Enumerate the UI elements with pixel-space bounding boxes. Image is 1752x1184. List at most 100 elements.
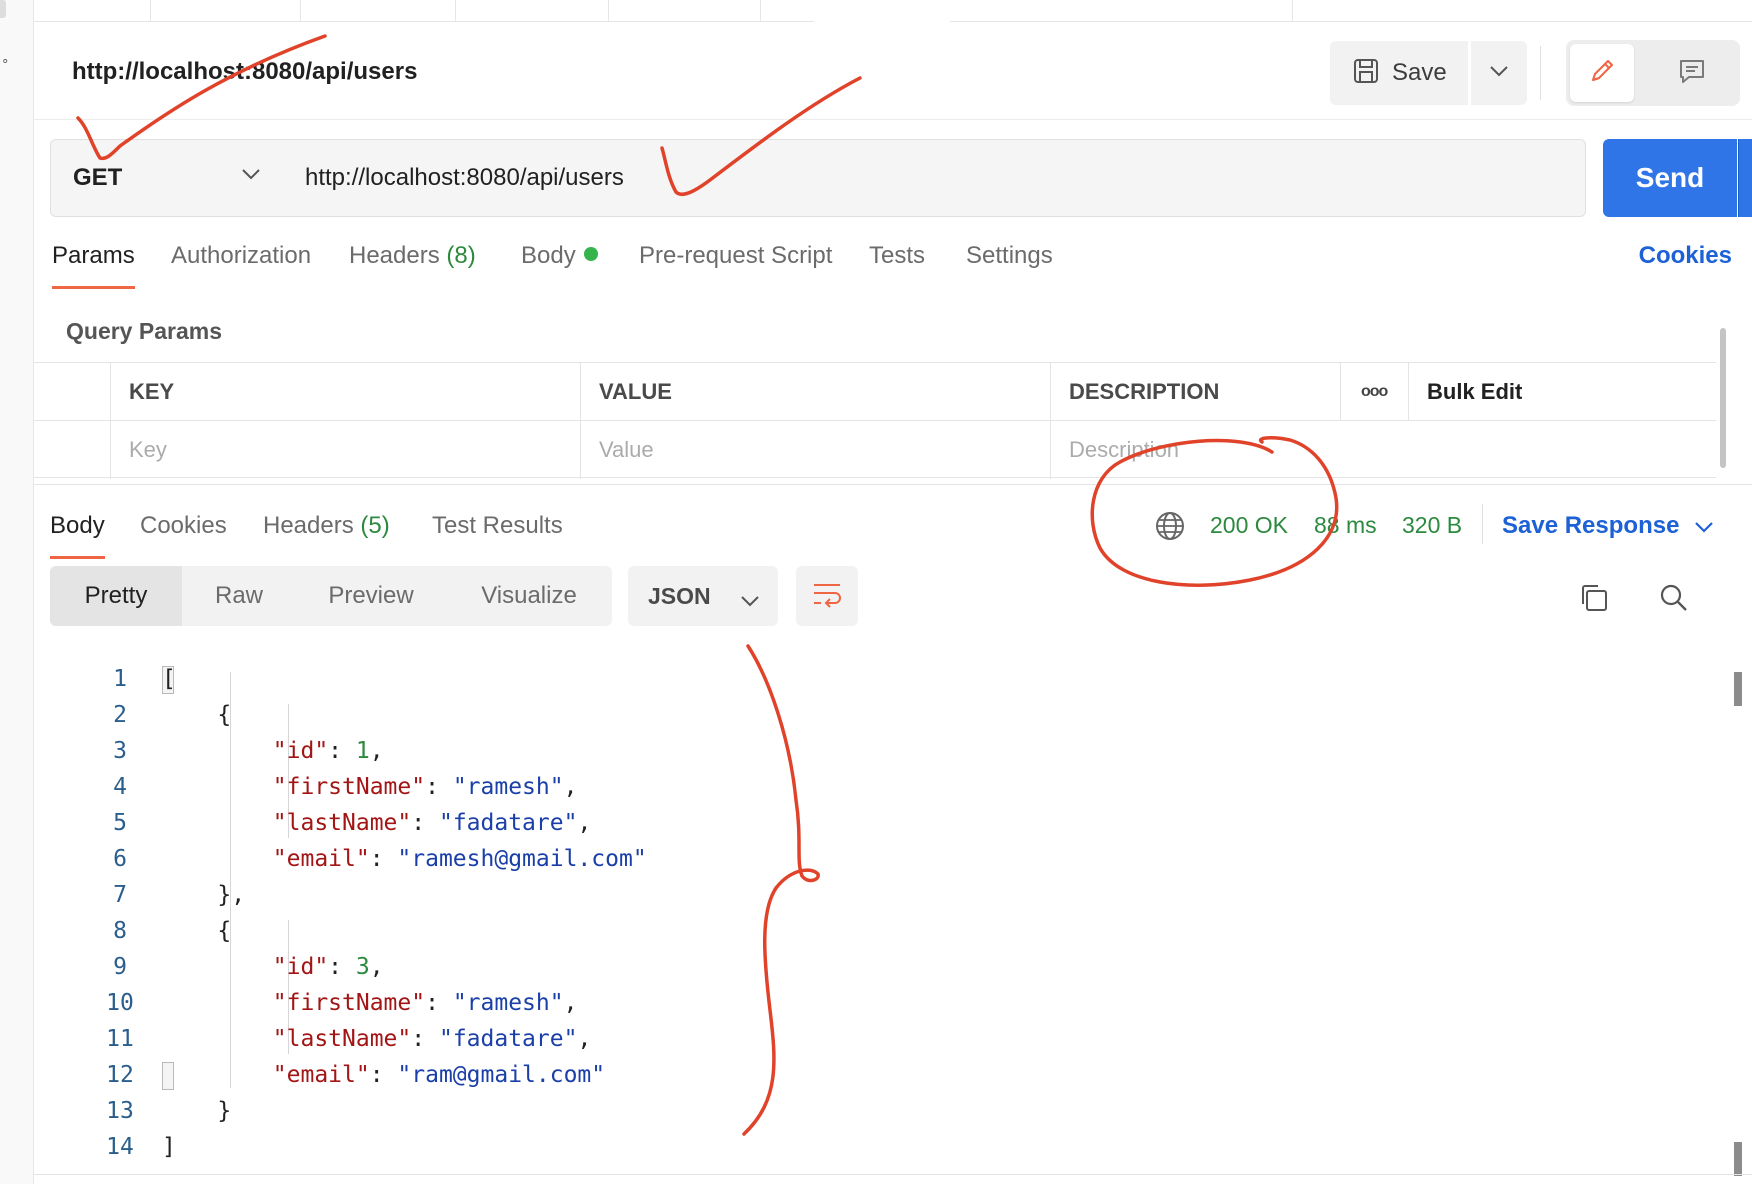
param-value-input[interactable]	[599, 437, 1050, 463]
request-scrollbar[interactable]	[1718, 322, 1728, 482]
code-brace: }	[217, 1098, 232, 1124]
line-number: 12	[106, 1062, 134, 1088]
line-number: 2	[113, 702, 127, 728]
status-code[interactable]: 200 OK	[1210, 512, 1288, 539]
response-tab-test-results[interactable]: Test Results	[432, 512, 563, 540]
table-row	[34, 421, 1716, 479]
tab-separator	[608, 0, 609, 22]
tab-headers[interactable]: Headers (8)	[349, 242, 476, 270]
response-tab-body[interactable]: Body	[50, 512, 105, 559]
line-number: 9	[113, 954, 127, 980]
pencil-icon	[1587, 56, 1617, 91]
tab-separator	[760, 0, 761, 22]
table-header-row: KEY VALUE DESCRIPTION ooo Bulk Edit	[34, 363, 1716, 421]
send-button[interactable]: Send	[1603, 139, 1737, 217]
code-line: "firstName": "ramesh",	[272, 990, 578, 1016]
response-tab-cookies[interactable]: Cookies	[140, 512, 227, 540]
response-body-editor[interactable]: 1 2 3 4 5 6 7 8 9 10 11 12 13 14 [ { "id…	[34, 658, 1716, 1178]
json-comma: ,	[577, 810, 592, 836]
param-key-input[interactable]	[129, 437, 580, 463]
view-pretty[interactable]: Pretty	[50, 566, 182, 626]
column-label: DESCRIPTION	[1069, 379, 1220, 404]
tab-label: Body	[521, 242, 576, 269]
copy-icon[interactable]	[1578, 582, 1610, 619]
tab-separator	[300, 0, 301, 22]
row-checkbox-cell	[34, 421, 110, 479]
line-number: 11	[106, 1026, 134, 1052]
more-options-button[interactable]: ooo	[1340, 363, 1408, 421]
format-label: JSON	[648, 582, 711, 609]
tab-settings[interactable]: Settings	[966, 242, 1053, 270]
response-size[interactable]: 320 B	[1402, 512, 1462, 539]
code-line: ]	[162, 1134, 176, 1160]
tab-label: Test Results	[432, 512, 563, 539]
code-line: "lastName": "fadatare",	[272, 810, 592, 836]
scrollbar-thumb[interactable]	[1720, 328, 1726, 468]
globe-icon[interactable]	[1154, 510, 1186, 547]
code-line: "email": "ram@gmail.com"	[272, 1062, 606, 1088]
comments-button[interactable]	[1652, 44, 1732, 102]
json-string: "ramesh"	[452, 774, 564, 800]
send-options-button[interactable]	[1738, 139, 1752, 217]
tab-label: Body	[50, 512, 105, 539]
view-raw[interactable]: Raw	[182, 566, 296, 626]
tab-pre-request-script[interactable]: Pre-request Script	[639, 242, 832, 270]
json-comma: ,	[563, 774, 578, 800]
column-label: KEY	[129, 379, 175, 404]
line-number: 5	[113, 810, 127, 836]
query-params-table: KEY VALUE DESCRIPTION ooo Bulk Edit	[34, 362, 1716, 479]
sidebar-degree-icon: °	[2, 58, 9, 73]
scrollbar-marker[interactable]	[1734, 672, 1742, 706]
response-scrollbar[interactable]	[1734, 672, 1744, 1182]
url-input[interactable]	[281, 139, 1586, 217]
cookies-link[interactable]: Cookies	[1639, 242, 1732, 270]
response-time[interactable]: 88 ms	[1314, 512, 1377, 539]
line-number: 7	[113, 882, 127, 908]
view-visualize[interactable]: Visualize	[446, 566, 612, 626]
response-meta-divider	[1482, 504, 1483, 544]
tab-tests[interactable]: Tests	[869, 242, 925, 270]
format-select[interactable]: JSON	[628, 566, 778, 626]
param-description-input[interactable]	[1069, 437, 1716, 463]
scrollbar-marker[interactable]	[1734, 1142, 1742, 1176]
save-button[interactable]: Save	[1330, 41, 1468, 105]
sidebar-handle[interactable]	[0, 0, 6, 18]
tab-body[interactable]: Body	[521, 242, 598, 270]
bulk-edit-button[interactable]: Bulk Edit	[1408, 363, 1716, 421]
request-title[interactable]: http://localhost:8080/api/users	[72, 58, 417, 86]
tab-separator	[150, 0, 151, 22]
save-disk-icon	[1352, 57, 1380, 90]
key-column-header: KEY	[110, 363, 580, 421]
description-cell	[1050, 421, 1716, 479]
line-number: 4	[113, 774, 127, 800]
left-sidebar-rail: °	[0, 0, 34, 1184]
save-response-button[interactable]: Save Response	[1502, 512, 1679, 540]
body-indicator-dot	[583, 247, 598, 261]
response-divider[interactable]	[34, 484, 1752, 485]
save-options-button[interactable]	[1471, 41, 1527, 105]
json-key: "firstName"	[272, 990, 426, 1016]
tab-params[interactable]: Params	[52, 242, 135, 289]
json-key: "lastName"	[272, 1026, 412, 1052]
view-preview[interactable]: Preview	[296, 566, 446, 626]
active-tab-indicator	[52, 286, 135, 289]
search-icon[interactable]	[1658, 582, 1690, 619]
json-comma: ,	[369, 738, 384, 764]
chevron-down-icon	[740, 586, 760, 613]
wrap-lines-icon	[811, 579, 843, 614]
json-key: "email"	[272, 1062, 370, 1088]
active-tab-indicator	[50, 556, 105, 559]
edit-mode-button[interactable]	[1570, 44, 1634, 102]
chevron-down-icon[interactable]	[1694, 520, 1714, 538]
wrap-lines-button[interactable]	[796, 566, 858, 626]
line-number: 6	[113, 846, 127, 872]
json-key: "email"	[272, 846, 370, 872]
header-divider	[1540, 46, 1541, 100]
method-select[interactable]: GET	[50, 139, 282, 217]
method-label: GET	[73, 164, 123, 191]
code-line: "id": 3,	[272, 954, 384, 980]
tab-authorization[interactable]: Authorization	[171, 242, 311, 270]
chevron-down-icon	[241, 167, 261, 185]
json-comma: ,	[563, 990, 578, 1016]
response-tab-headers[interactable]: Headers (5)	[263, 512, 390, 540]
